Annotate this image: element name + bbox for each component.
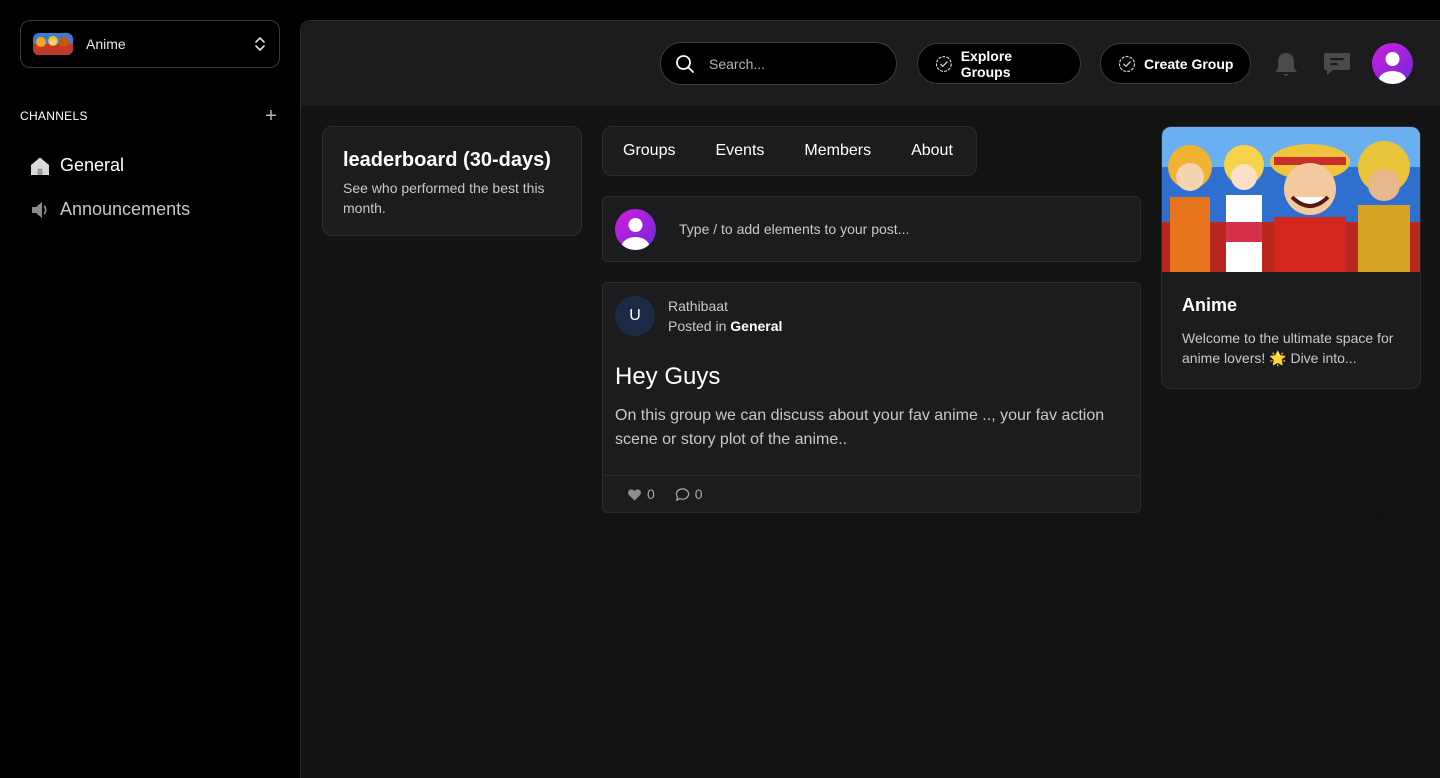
check-badge-icon: [935, 55, 952, 72]
explore-groups-label: Explore Groups: [960, 47, 1013, 80]
search-input[interactable]: [709, 55, 869, 72]
channels-header: CHANNELS +: [20, 106, 280, 126]
search-box[interactable]: [660, 42, 897, 85]
like-button[interactable]: 0: [627, 486, 655, 502]
about-description: Welcome to the ultimate space for anime …: [1182, 330, 1394, 366]
author-avatar[interactable]: U: [615, 296, 655, 336]
chat-icon[interactable]: [1323, 51, 1351, 77]
comment-button[interactable]: 0: [675, 486, 703, 502]
comment-icon: [675, 487, 690, 501]
composer-avatar: [615, 208, 656, 250]
post-card[interactable]: U Rathibaat Posted in General Hey Guys O…: [602, 282, 1141, 513]
group-about-card[interactable]: Anime Welcome to the ultimate space for …: [1161, 126, 1421, 389]
post-composer[interactable]: Type / to add elements to your post...: [602, 196, 1141, 262]
post-header: U Rathibaat Posted in General: [615, 296, 782, 336]
sidebar-item-label: General: [60, 155, 125, 175]
group-banner-image: [1162, 127, 1420, 272]
post-channel-link[interactable]: General: [730, 318, 782, 334]
check-badge-icon: [1118, 55, 1136, 72]
like-count: 0: [647, 486, 655, 502]
post-location: Posted in General: [668, 318, 782, 334]
post-body: On this group we can discuss about your …: [615, 407, 1105, 448]
composer-placeholder: Type / to add elements to your post...: [679, 221, 910, 237]
sidebar-item-label: Announcements: [60, 199, 191, 219]
sidebar-item-general[interactable]: General: [30, 155, 124, 176]
search-icon: [676, 54, 694, 73]
group-tabs: Groups Events Members About: [602, 126, 977, 176]
sidebar-item-announcements[interactable]: Announcements: [30, 199, 190, 220]
post-footer: 0 0: [603, 475, 1140, 512]
post-title: Hey Guys: [615, 363, 721, 390]
chevron-up-down-icon: [255, 37, 265, 51]
top-bar: Explore Groups Create Group: [301, 21, 1440, 106]
about-title: Anime: [1182, 295, 1238, 315]
heart-icon: [628, 488, 641, 501]
mouse-cursor-icon: [1374, 510, 1386, 522]
group-switcher[interactable]: Anime: [20, 20, 280, 68]
user-avatar[interactable]: [1372, 43, 1413, 84]
add-channel-icon[interactable]: +: [262, 106, 280, 126]
group-thumbnail: [33, 33, 73, 55]
main-panel: Explore Groups Create Group: [300, 20, 1440, 778]
explore-groups-button[interactable]: Explore Groups: [917, 43, 1081, 84]
leaderboard-subtitle: See who performed the best this month.: [343, 180, 545, 216]
home-icon: [31, 157, 49, 175]
leaderboard-card[interactable]: leaderboard (30-days) See who performed …: [322, 126, 582, 236]
create-group-label: Create Group: [1144, 55, 1234, 72]
leaderboard-title: leaderboard (30-days): [343, 149, 551, 171]
tab-groups[interactable]: Groups: [623, 142, 675, 160]
sidebar: Anime CHANNELS + General Announcements: [0, 0, 300, 778]
posted-in-prefix: Posted in: [668, 318, 727, 334]
channels-title: CHANNELS: [20, 109, 88, 123]
bell-icon[interactable]: [1273, 51, 1299, 79]
tab-members[interactable]: Members: [804, 142, 871, 160]
tab-about[interactable]: About: [911, 142, 953, 160]
post-author[interactable]: Rathibaat: [668, 298, 782, 314]
create-group-button[interactable]: Create Group: [1100, 43, 1251, 84]
comment-count: 0: [694, 486, 703, 502]
megaphone-icon: [32, 201, 47, 218]
group-name: Anime: [86, 36, 126, 52]
tab-events[interactable]: Events: [715, 142, 764, 160]
